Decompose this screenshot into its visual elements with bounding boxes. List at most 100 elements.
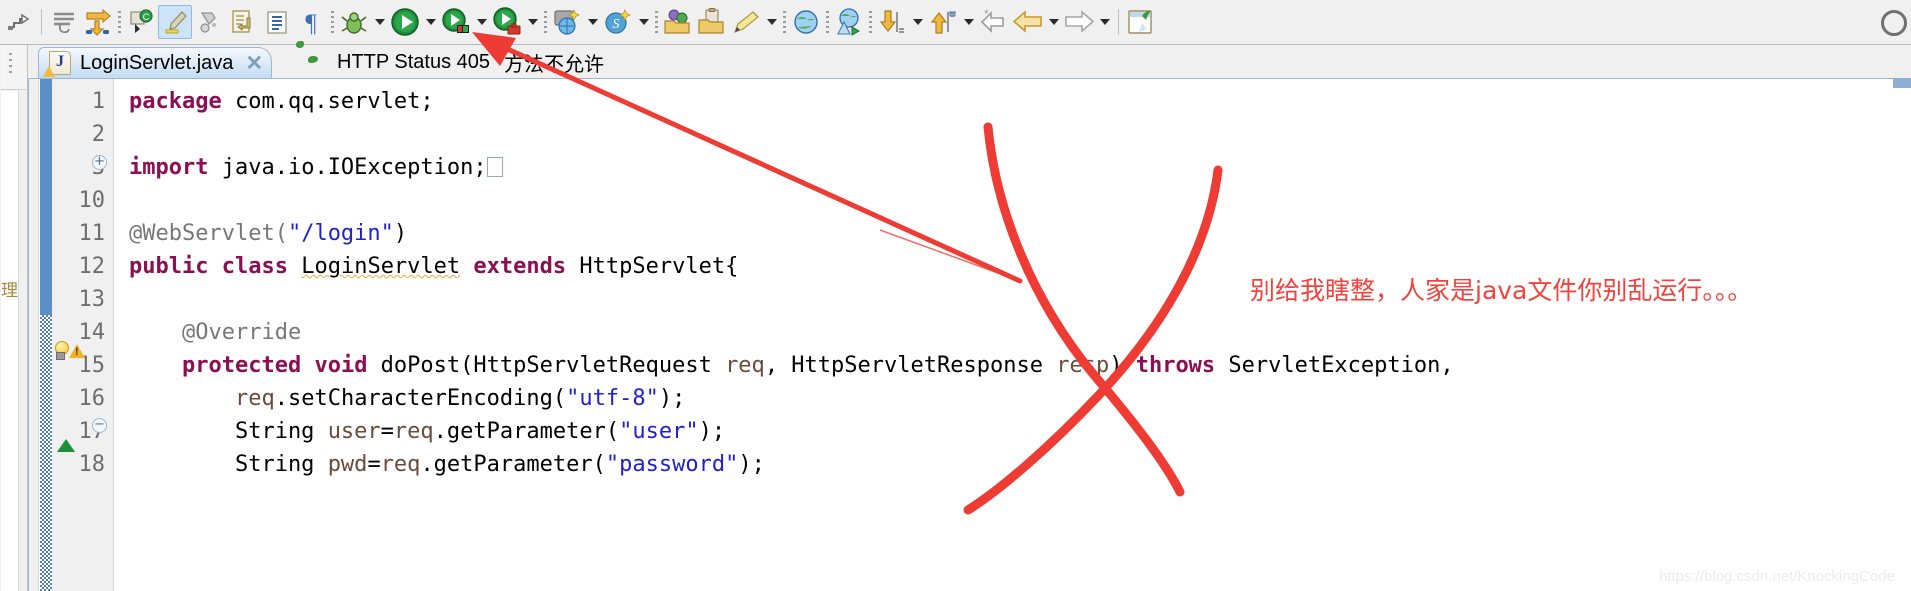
editor-marker-column[interactable] — [29, 79, 39, 591]
back-arrow-icon[interactable] — [1011, 5, 1045, 39]
toolbar-button-open-perspective[interactable] — [1124, 3, 1158, 41]
previous-edit-dropdown-arrow[interactable] — [909, 5, 926, 39]
toolbar-button-next-edit-location[interactable] — [926, 3, 977, 41]
toolbar-button-new-task[interactable] — [729, 3, 780, 41]
new-web-project-icon[interactable] — [550, 5, 584, 39]
toolbar-button-new-spring-bean[interactable]: S — [601, 3, 652, 41]
skip-all-breakpoints-icon[interactable] — [81, 5, 115, 39]
paragraph-mark-icon[interactable]: ¶ — [294, 5, 328, 39]
back-new-arrow-icon[interactable]: * — [977, 5, 1011, 39]
debug-dropdown-arrow[interactable] — [371, 5, 388, 39]
new-spring-bean-dropdown-arrow[interactable] — [635, 5, 652, 39]
search-icon[interactable] — [1881, 10, 1907, 36]
next-edit-dropdown-arrow[interactable] — [960, 5, 977, 39]
toolbar-button-new-web-project[interactable] — [550, 3, 601, 41]
toolbar-grip[interactable] — [541, 7, 550, 37]
next-edit-location-icon[interactable] — [926, 5, 960, 39]
toolbar-button-forward[interactable] — [1062, 3, 1113, 41]
toolbar-button-external-tools[interactable] — [439, 3, 490, 41]
code-line[interactable] — [115, 184, 129, 217]
line-number: 16 — [78, 386, 106, 411]
forward-arrow-icon[interactable] — [1062, 5, 1096, 39]
collapsed-fold-box[interactable] — [486, 157, 503, 177]
run-dropdown-arrow[interactable] — [422, 5, 439, 39]
new-spring-bean-icon[interactable]: S — [601, 5, 635, 39]
toolbar-button-run-coverage[interactable] — [490, 3, 541, 41]
outline-lines-icon[interactable] — [47, 5, 81, 39]
debug-bug-icon[interactable] — [337, 5, 371, 39]
toolbar-button-show-whitespace[interactable] — [260, 3, 294, 41]
toolbar-button-previous-edit-location[interactable] — [875, 3, 926, 41]
left-rail-grip[interactable] — [9, 53, 12, 75]
code-line[interactable]: package com.qq.servlet; — [115, 85, 434, 118]
warning-marker-icon-line-12[interactable] — [69, 344, 85, 358]
toolbar-button-debug[interactable] — [337, 3, 388, 41]
open-folder-clipboard-icon[interactable] — [695, 5, 729, 39]
tab-login-servlet-java[interactable]: LoginServlet.java ✕ — [38, 47, 273, 78]
toolbar-grip[interactable] — [866, 7, 875, 37]
run-on-server-icon[interactable] — [832, 5, 866, 39]
pencil-icon[interactable] — [729, 5, 763, 39]
new-java-class-icon[interactable]: C — [124, 5, 158, 39]
toolbar-button-open-web-browser[interactable] — [789, 3, 823, 41]
toolbar-grip[interactable] — [652, 7, 661, 37]
external-tools-dropdown-arrow[interactable] — [473, 5, 490, 39]
toolbar-button-back[interactable] — [1011, 3, 1062, 41]
code-line[interactable]: public class LoginServlet extends HttpSe… — [115, 250, 738, 283]
fold-expand-icon-line-3[interactable]: + — [92, 155, 107, 170]
highlighter-pen-icon[interactable] — [158, 5, 192, 39]
scrollbar-thumb[interactable] — [1893, 78, 1911, 88]
fold-collapse-icon-line-14[interactable]: − — [92, 418, 107, 433]
open-perspective-icon[interactable] — [1124, 5, 1158, 39]
block-selection-icon[interactable] — [192, 5, 226, 39]
editor-vertical-scrollbar[interactable] — [1893, 78, 1911, 591]
toolbar-button-new-class[interactable]: C — [124, 3, 158, 41]
web-browser-globe-icon[interactable] — [789, 5, 823, 39]
code-line[interactable]: @Override — [115, 316, 301, 349]
run-icon[interactable] — [388, 5, 422, 39]
next-annotation-icon[interactable] — [226, 5, 260, 39]
toolbar-button-paragraph-mark[interactable]: ¶ — [294, 3, 328, 41]
toolbar-button-open-task[interactable] — [695, 3, 729, 41]
tab-close-icon[interactable]: ✕ — [245, 53, 263, 74]
run-external-tools-icon[interactable] — [439, 5, 473, 39]
toolbar-grip[interactable] — [328, 7, 337, 37]
code-line[interactable]: String user=req.getParameter("user"); — [115, 415, 725, 448]
code-line[interactable]: String pwd=req.getParameter("password"); — [115, 448, 765, 481]
toolbar-button-show-source-outline[interactable] — [47, 3, 81, 41]
toolbar-button-run[interactable] — [388, 3, 439, 41]
code-line[interactable]: req.setCharacterEncoding("utf-8"); — [115, 382, 685, 415]
run-coverage-icon[interactable] — [490, 5, 524, 39]
code-line[interactable] — [115, 118, 129, 151]
forward-dropdown-arrow[interactable] — [1096, 5, 1113, 39]
toolbar-grip[interactable] — [115, 7, 124, 37]
toolbar-button-link-with-editor[interactable] — [2, 3, 36, 41]
code-line[interactable]: import java.io.IOException; — [115, 151, 503, 184]
line-number: 1 — [91, 89, 105, 114]
new-web-project-dropdown-arrow[interactable] — [584, 5, 601, 39]
toolbar-button-back-new[interactable]: * — [977, 3, 1011, 41]
toolbar-grip[interactable] — [823, 7, 832, 37]
toolbar-button-open-type[interactable] — [661, 3, 695, 41]
new-task-dropdown-arrow[interactable] — [763, 5, 780, 39]
run-coverage-dropdown-arrow[interactable] — [524, 5, 541, 39]
previous-edit-location-icon[interactable] — [875, 5, 909, 39]
back-dropdown-arrow[interactable] — [1045, 5, 1062, 39]
show-whitespace-icon[interactable] — [260, 5, 294, 39]
editor-code-area[interactable]: package com.qq.servlet; import java.io.IO… — [115, 79, 1911, 591]
link-with-editor-icon[interactable] — [2, 5, 36, 39]
toolbar-button-next-annotation[interactable] — [226, 3, 260, 41]
toolbar-button-toggle-block-selection[interactable] — [192, 3, 226, 41]
left-rail-panel[interactable]: 理 — [1, 91, 19, 591]
code-editor[interactable]: 123101112131415161718 package com.qq.ser… — [28, 78, 1911, 591]
toolbar-button-toggle-highlight[interactable] — [158, 3, 192, 41]
code-line[interactable]: @WebServlet("/login") — [115, 217, 407, 250]
tab-http-status-405[interactable]: HTTP Status 405 方法不允许 — [296, 47, 612, 78]
toolbar-grip[interactable] — [780, 7, 789, 37]
code-line[interactable] — [115, 283, 129, 316]
open-folder-balloons-icon[interactable] — [661, 5, 695, 39]
left-rail-grip-box[interactable] — [1, 45, 26, 90]
toolbar-button-skip-breakpoints[interactable] — [81, 3, 115, 41]
toolbar-button-run-on-server[interactable] — [832, 3, 866, 41]
code-line[interactable]: protected void doPost(HttpServletRequest… — [115, 349, 1454, 382]
